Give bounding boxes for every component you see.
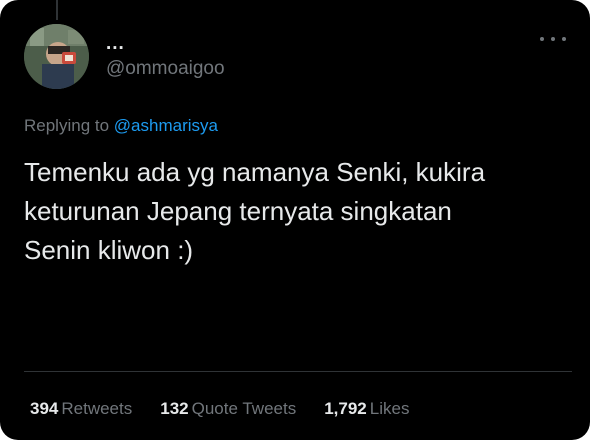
likes-stat[interactable]: 1,792 Likes	[324, 399, 409, 419]
likes-count: 1,792	[324, 399, 367, 418]
thread-connector-line	[56, 0, 58, 20]
avatar-image	[24, 24, 89, 89]
retweets-label: Retweets	[61, 399, 133, 418]
quote-tweets-label: Quote Tweets	[191, 399, 297, 418]
replying-to-label: Replying to	[24, 116, 110, 135]
dot	[551, 37, 555, 41]
quote-tweets-stat[interactable]: 132 Quote Tweets	[160, 399, 296, 419]
dot	[540, 37, 544, 41]
divider	[24, 371, 572, 372]
dot	[562, 37, 566, 41]
retweets-count: 394	[30, 399, 59, 418]
more-options-icon[interactable]	[540, 32, 566, 46]
reply-mention-link[interactable]: @ashmarisya	[114, 116, 218, 135]
engagement-stats: 394 Retweets 132 Quote Tweets 1,792 Likes	[30, 398, 437, 420]
likes-label: Likes	[369, 399, 410, 418]
avatar[interactable]	[24, 24, 89, 89]
tweet-text: Temenku ada yg namanya Senki, kukira ket…	[24, 157, 486, 265]
tweet-card: ... @ommoaigoo Replying to @ashmarisya T…	[0, 0, 590, 440]
retweets-stat[interactable]: 394 Retweets	[30, 399, 132, 419]
replying-to: Replying to @ashmarisya	[24, 116, 218, 136]
display-name[interactable]: ...	[106, 33, 125, 55]
quote-tweets-count: 132	[160, 399, 189, 418]
user-handle[interactable]: @ommoaigoo	[106, 58, 225, 80]
